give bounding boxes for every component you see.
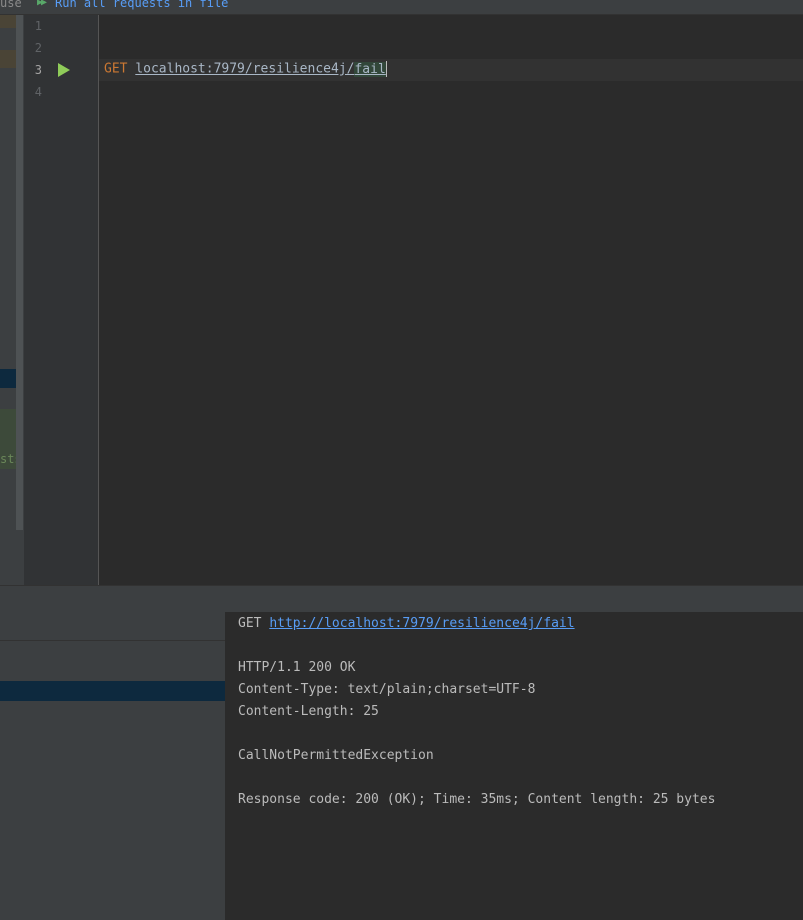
strip-highlight-selected [0, 369, 16, 388]
text-caret [385, 61, 387, 77]
request-url[interactable]: localhost:7979/resilience4j/fail [135, 61, 386, 77]
request-url-last-segment: fail [354, 61, 386, 77]
run-all-icon[interactable]: ▶▶ [37, 0, 47, 8]
run-all-requests-link[interactable]: Run all requests in file [55, 0, 228, 10]
response-summary: Response code: 200 (OK); Time: 35ms; Con… [238, 792, 716, 807]
line-number: 2 [34, 41, 42, 55]
response-output-pane [226, 612, 803, 920]
editor-gutter [24, 15, 99, 585]
response-status-line: HTTP/1.1 200 OK [238, 660, 356, 675]
http-method: GET [104, 61, 128, 77]
response-body: CallNotPermittedException [238, 748, 434, 763]
toolbar-cut-label: use [0, 0, 22, 10]
services-tree-pane [0, 612, 226, 920]
response-request-line: GET http://localhost:7979/resilience4j/f… [238, 616, 575, 631]
strip-highlight-top [0, 15, 16, 28]
line-number: 1 [34, 19, 42, 33]
line-number-current: 3 [34, 63, 42, 77]
request-url-prefix: localhost:7979/resilience4j/ [135, 61, 355, 77]
services-selected-row[interactable] [0, 681, 225, 701]
services-separator [0, 640, 225, 641]
http-request-line[interactable]: GET localhost:7979/resilience4j/fail [104, 61, 387, 77]
response-method: GET [238, 616, 262, 631]
strip-highlight-warning [0, 50, 16, 68]
response-content-length: Content-Length: 25 [238, 704, 379, 719]
response-content-type: Content-Type: text/plain;charset=UTF-8 [238, 682, 536, 697]
line-number: 4 [34, 85, 42, 99]
run-request-icon[interactable] [58, 63, 70, 77]
services-panel-header [0, 585, 803, 613]
response-request-url-link[interactable]: http://localhost:7979/resilience4j/fail [269, 616, 574, 631]
left-scrollbar[interactable] [16, 15, 23, 530]
